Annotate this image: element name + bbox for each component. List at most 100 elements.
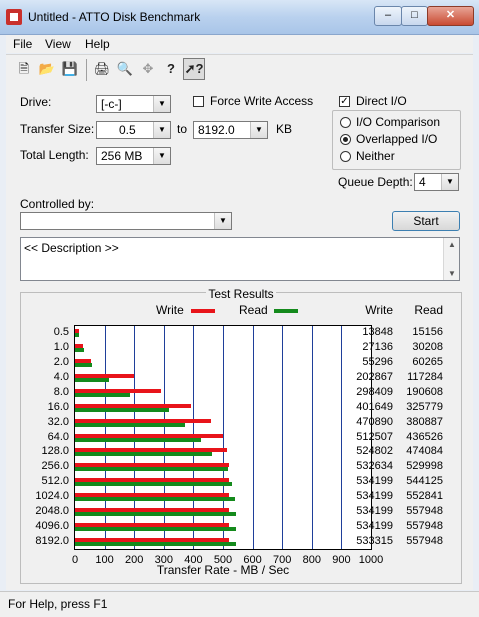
read-bar <box>75 467 229 472</box>
queue-depth-select[interactable]: 4 ▼ <box>414 173 459 191</box>
menu-help[interactable]: Help <box>85 37 110 51</box>
chevron-down-icon: ▼ <box>214 213 231 229</box>
drive-label: Drive: <box>20 95 52 109</box>
scroll-up-icon[interactable]: ▲ <box>448 240 456 249</box>
write-value: 202867 <box>356 371 393 384</box>
x-axis-title: Transfer Rate - MB / Sec <box>156 563 290 577</box>
drive-value: [-c-] <box>101 97 122 111</box>
start-button[interactable]: Start <box>392 211 460 231</box>
read-bar <box>75 511 237 516</box>
print-icon[interactable]: 🖨 <box>92 59 112 79</box>
y-tick-label: 512.0 <box>41 475 69 488</box>
y-tick-label: 8.0 <box>53 385 69 398</box>
chevron-down-icon: ▼ <box>441 174 458 190</box>
write-value: 470890 <box>356 415 393 428</box>
read-value: 117284 <box>407 371 443 384</box>
grid-line <box>282 326 284 549</box>
help-icon[interactable]: ? <box>161 59 181 79</box>
drive-select[interactable]: [-c-] ▼ <box>96 95 171 113</box>
print-preview-icon[interactable]: 🔍 <box>115 59 135 79</box>
toolbar: 🗎 📂 💾 🖨 🔍 ✥ ? ➚? <box>6 54 473 86</box>
title-bar: Untitled - ATTO Disk Benchmark – □ ✕ <box>0 0 479 35</box>
y-tick-label: 2.0 <box>53 356 69 369</box>
read-value: 557948 <box>406 519 443 532</box>
write-value: 27136 <box>362 341 393 354</box>
transfer-from-select[interactable]: 0.5 ▼ <box>96 121 171 139</box>
write-value: 55296 <box>362 356 393 369</box>
chevron-down-icon: ▼ <box>153 122 170 138</box>
menu-view[interactable]: View <box>45 37 71 51</box>
read-value: 529998 <box>406 460 443 473</box>
transfer-to-select[interactable]: 8192.0 ▼ <box>193 121 268 139</box>
read-bar <box>75 392 131 397</box>
maximize-button[interactable]: □ <box>401 6 428 26</box>
description-scrollbar[interactable]: ▲ ▼ <box>443 238 459 280</box>
read-bar <box>75 452 213 457</box>
minimize-button[interactable]: – <box>374 6 402 26</box>
write-legend-label: Write <box>156 303 184 317</box>
total-length-label: Total Length: <box>20 148 89 162</box>
read-bar <box>75 333 80 338</box>
total-length-value: 256 MB <box>101 149 143 163</box>
test-results-group: Test Results Write Read Write Read 0.5 1.… <box>20 287 462 584</box>
description-textarea[interactable]: << Description >> ▲ ▼ <box>20 237 460 281</box>
read-value: 557948 <box>406 504 443 517</box>
read-value: 325779 <box>406 400 443 413</box>
scroll-down-icon[interactable]: ▼ <box>448 269 456 278</box>
open-icon[interactable]: 📂 <box>37 59 57 79</box>
y-tick-label: 16.0 <box>47 400 69 413</box>
direct-io-checkbox[interactable]: ✓ <box>339 96 350 107</box>
overlapped-io-radio[interactable] <box>340 134 351 145</box>
close-button[interactable]: ✕ <box>427 6 474 26</box>
queue-depth-label: Queue Depth: <box>338 175 413 189</box>
read-column-header: Read <box>414 303 443 317</box>
io-comparison-radio[interactable] <box>340 117 351 128</box>
menu-file[interactable]: File <box>13 37 32 51</box>
y-tick-label: 0.5 <box>53 326 69 339</box>
chevron-down-icon: ▼ <box>250 122 267 138</box>
write-value: 298409 <box>356 385 393 398</box>
total-length-select[interactable]: 256 MB ▼ <box>96 147 171 165</box>
read-bar <box>75 407 170 412</box>
save-icon[interactable]: 💾 <box>60 59 80 79</box>
write-value: 13848 <box>362 326 393 339</box>
read-bar <box>75 496 235 501</box>
neither-radio[interactable] <box>340 151 351 162</box>
write-value: 534199 <box>356 489 393 502</box>
new-icon[interactable]: 🗎 <box>14 59 34 79</box>
y-tick-label: 256.0 <box>41 460 69 473</box>
toolbar-separator <box>86 59 87 81</box>
write-value: 534199 <box>356 504 393 517</box>
y-tick-label: 2048.0 <box>35 504 69 517</box>
read-legend-label: Read <box>239 303 268 317</box>
move-icon[interactable]: ✥ <box>138 59 158 79</box>
y-tick-label: 8192.0 <box>35 534 69 547</box>
write-value: 401649 <box>356 400 393 413</box>
read-bar <box>75 378 109 383</box>
chevron-down-icon: ▼ <box>153 96 170 112</box>
controlled-by-select[interactable]: ▼ <box>20 212 232 230</box>
y-tick-label: 1.0 <box>53 341 69 354</box>
read-value: 15156 <box>412 326 443 339</box>
read-value: 30208 <box>412 341 443 354</box>
read-value: 380887 <box>406 415 443 428</box>
y-tick-label: 64.0 <box>47 430 69 443</box>
results-title-wrap: Test Results <box>21 287 461 301</box>
write-value: 534199 <box>356 475 393 488</box>
status-text: For Help, press F1 <box>8 597 108 611</box>
queue-depth-value: 4 <box>419 175 426 189</box>
y-tick-label: 1024.0 <box>35 489 69 502</box>
read-bar <box>75 422 186 427</box>
force-write-checkbox[interactable] <box>193 96 204 107</box>
write-legend-swatch <box>191 309 215 313</box>
read-value: 544125 <box>406 475 443 488</box>
write-value: 533315 <box>356 534 393 547</box>
read-bar <box>75 526 237 531</box>
context-help-icon[interactable]: ➚? <box>183 58 205 80</box>
neither-label: Neither <box>356 149 395 163</box>
write-value: 512507 <box>356 430 393 443</box>
write-value: 534199 <box>356 519 393 532</box>
read-bar <box>75 348 84 353</box>
app-window: Untitled - ATTO Disk Benchmark – □ ✕ Fil… <box>0 0 479 617</box>
to-label: to <box>177 122 188 136</box>
